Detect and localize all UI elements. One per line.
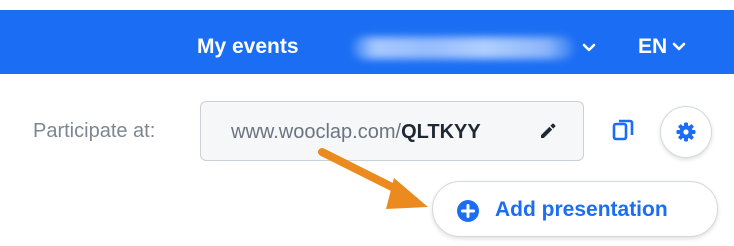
add-presentation-label: Add presentation — [495, 198, 668, 221]
pencil-icon[interactable] — [538, 121, 558, 141]
chevron-down-icon — [672, 42, 686, 51]
top-strip — [0, 0, 734, 10]
chevron-down-icon[interactable] — [582, 43, 596, 53]
gear-icon — [676, 122, 696, 142]
language-selector[interactable]: EN — [638, 34, 686, 60]
user-name-blurred[interactable] — [352, 37, 574, 59]
add-presentation-button[interactable]: Add presentation — [432, 181, 718, 237]
copy-icon[interactable] — [612, 119, 634, 143]
top-navigation-bar: My events EN — [0, 10, 734, 74]
plus-circle-icon — [457, 200, 479, 222]
my-events-link[interactable]: My events — [197, 34, 299, 60]
wooclap-event-toolbar: My events EN Participate at: www.wooclap… — [0, 0, 734, 246]
arrow-icon — [318, 148, 428, 209]
settings-button[interactable] — [660, 106, 712, 158]
participate-at-label: Participate at: — [33, 120, 156, 142]
language-label: EN — [638, 35, 668, 58]
